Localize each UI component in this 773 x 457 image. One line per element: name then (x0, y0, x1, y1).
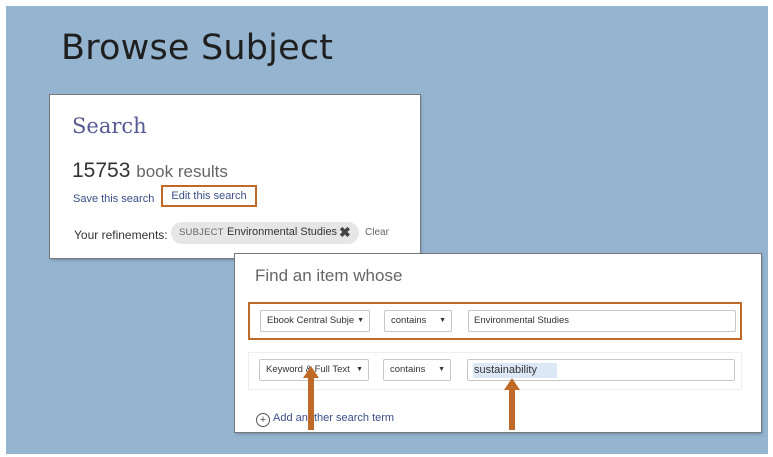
edit-search-link[interactable]: Edit this search (161, 185, 257, 207)
chip-value: Environmental Studies (227, 226, 338, 238)
clear-link[interactable]: Clear (365, 227, 389, 238)
search-results-panel: Search 15753 book results Save this sear… (50, 95, 420, 258)
save-search-link[interactable]: Save this search (73, 193, 154, 205)
operator-select[interactable]: contains ▼ (383, 359, 451, 381)
operator-select-value: contains (390, 364, 426, 375)
field-select[interactable]: Ebook Central Subje ▼ (260, 310, 370, 332)
add-term-label: Add another search term (273, 412, 395, 424)
close-icon[interactable]: ✖ (339, 224, 351, 241)
add-search-term-link[interactable]: + Add another search term (256, 412, 394, 427)
find-heading: Find an item whose (255, 266, 403, 285)
refinements-label: Your refinements: (74, 228, 168, 242)
operator-select[interactable]: contains ▼ (384, 310, 452, 332)
field-select-value: Ebook Central Subje (267, 315, 355, 326)
chevron-down-icon: ▼ (438, 366, 445, 373)
chevron-down-icon: ▼ (357, 317, 364, 324)
chevron-down-icon: ▼ (439, 317, 446, 324)
operator-select-value: contains (391, 315, 427, 326)
arrow-up-icon (303, 366, 319, 430)
chevron-down-icon: ▼ (356, 366, 363, 373)
arrow-up-icon (504, 378, 520, 430)
slide: Browse Subject Search 15753 book results… (6, 6, 768, 454)
search-term-value: Environmental Studies (474, 315, 570, 326)
plus-circle-icon: + (256, 413, 270, 427)
search-row: Keyword & Full Text ▼ contains ▼ sustain… (248, 352, 742, 390)
search-term-value: sustainability (473, 363, 557, 378)
result-count-number: 15753 (72, 159, 131, 182)
chip-tag: SUBJECT (179, 227, 224, 238)
slide-title: Browse Subject (61, 28, 334, 68)
result-count-label: book results (136, 162, 228, 181)
search-row-highlighted: Ebook Central Subje ▼ contains ▼ Environ… (248, 302, 742, 340)
refinement-chip: SUBJECT Environmental Studies ✖ (171, 222, 359, 244)
search-term-input[interactable]: Environmental Studies (468, 310, 736, 332)
result-count: 15753 book results (72, 159, 228, 183)
search-heading: Search (72, 114, 147, 138)
